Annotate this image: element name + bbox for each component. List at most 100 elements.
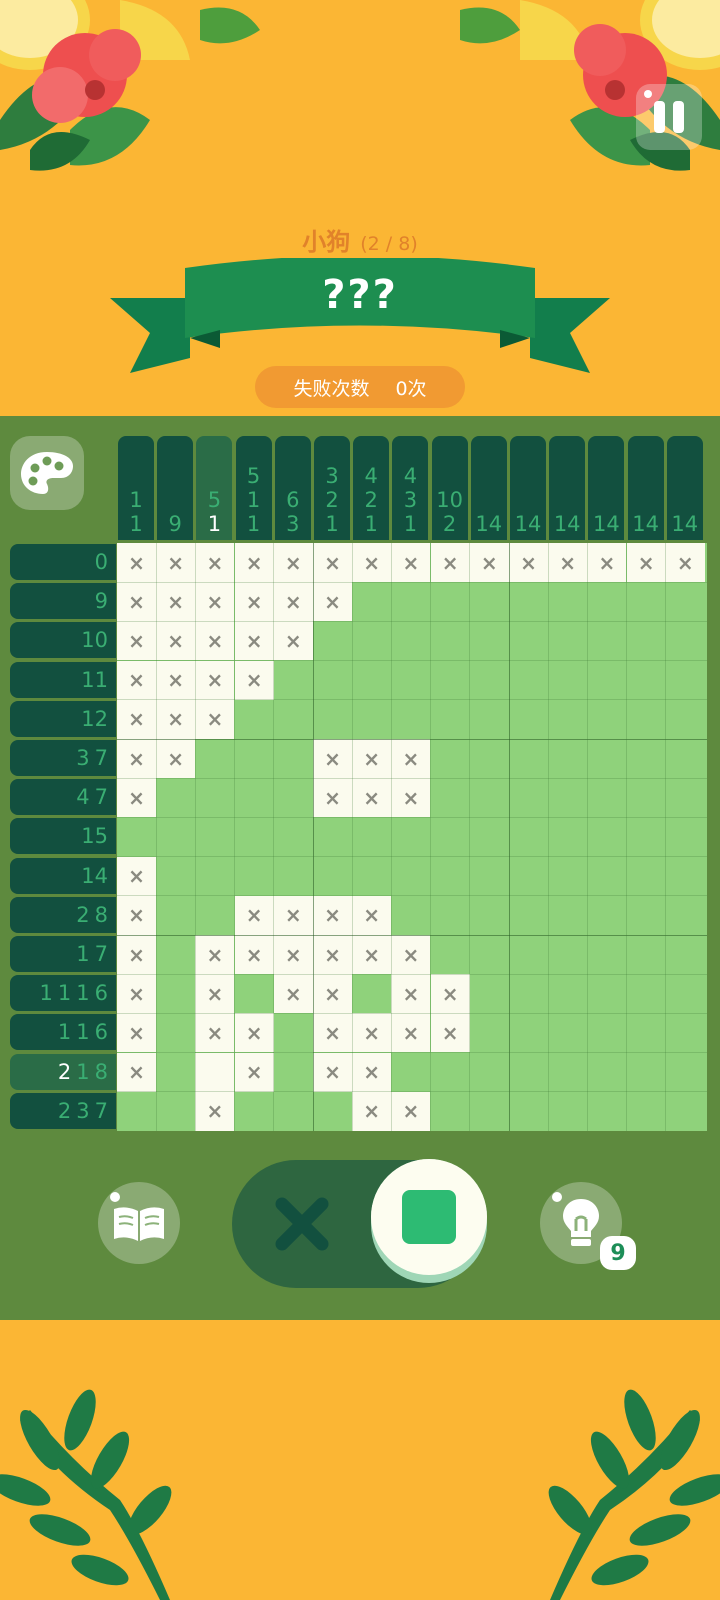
crossed-cell[interactable] <box>117 974 156 1014</box>
filled-cell[interactable] <box>431 857 470 896</box>
filled-cell[interactable] <box>548 1092 587 1131</box>
filled-cell[interactable] <box>666 778 705 817</box>
filled-cell[interactable] <box>470 857 509 896</box>
filled-cell[interactable] <box>313 857 352 896</box>
filled-cell[interactable] <box>156 896 195 935</box>
filled-cell[interactable] <box>587 1092 626 1131</box>
filled-cell[interactable] <box>470 700 509 739</box>
filled-cell[interactable] <box>509 896 548 935</box>
filled-cell[interactable] <box>313 817 352 856</box>
crossed-cell[interactable] <box>313 778 352 818</box>
filled-cell[interactable] <box>431 935 470 974</box>
crossed-cell[interactable] <box>195 699 235 739</box>
crossed-cell[interactable] <box>391 778 431 818</box>
filled-cell[interactable] <box>509 582 548 621</box>
filled-cell[interactable] <box>587 778 626 817</box>
filled-cell[interactable] <box>391 817 430 856</box>
filled-cell[interactable] <box>627 1092 666 1131</box>
filled-cell[interactable] <box>470 739 509 778</box>
crossed-cell[interactable] <box>234 935 274 974</box>
crossed-cell[interactable] <box>117 621 156 661</box>
filled-cell[interactable] <box>548 661 587 700</box>
crossed-cell[interactable] <box>195 621 235 661</box>
filled-cell[interactable] <box>391 1053 430 1092</box>
crossed-cell[interactable] <box>352 1052 392 1092</box>
crossed-cell[interactable] <box>313 935 352 974</box>
filled-cell[interactable] <box>156 1053 195 1092</box>
filled-cell[interactable] <box>587 1013 626 1052</box>
filled-cell[interactable] <box>666 1092 705 1131</box>
filled-cell[interactable] <box>431 778 470 817</box>
crossed-cell[interactable] <box>195 660 235 700</box>
crossed-cell[interactable] <box>665 543 705 582</box>
filled-cell[interactable] <box>313 1092 352 1131</box>
filled-cell[interactable] <box>587 817 626 856</box>
filled-cell[interactable] <box>431 896 470 935</box>
filled-cell[interactable] <box>431 739 470 778</box>
filled-cell[interactable] <box>391 621 430 660</box>
filled-cell[interactable] <box>274 739 313 778</box>
filled-cell[interactable] <box>509 817 548 856</box>
filled-cell[interactable] <box>470 582 509 621</box>
filled-cell[interactable] <box>627 1013 666 1052</box>
crossed-cell[interactable] <box>234 895 274 935</box>
crossed-cell[interactable] <box>313 895 352 935</box>
filled-cell[interactable] <box>509 700 548 739</box>
filled-cell[interactable] <box>509 974 548 1013</box>
filled-cell[interactable] <box>587 621 626 660</box>
filled-cell[interactable] <box>391 896 430 935</box>
crossed-cell[interactable] <box>352 895 392 935</box>
crossed-cell[interactable] <box>234 1013 274 1053</box>
filled-cell[interactable] <box>352 582 391 621</box>
filled-cell[interactable] <box>509 857 548 896</box>
crossed-cell[interactable] <box>352 935 392 974</box>
crossed-cell[interactable] <box>469 543 509 582</box>
filled-cell[interactable] <box>587 582 626 621</box>
pause-button[interactable] <box>636 84 702 150</box>
empty-cell[interactable] <box>195 1052 235 1092</box>
filled-cell[interactable] <box>509 739 548 778</box>
filled-cell[interactable] <box>431 582 470 621</box>
crossed-cell[interactable] <box>234 621 274 661</box>
filled-cell[interactable] <box>666 896 705 935</box>
filled-cell[interactable] <box>587 896 626 935</box>
crossed-cell[interactable] <box>273 621 313 661</box>
filled-cell[interactable] <box>627 739 666 778</box>
crossed-cell[interactable] <box>352 778 392 818</box>
filled-cell[interactable] <box>156 1092 195 1131</box>
filled-cell[interactable] <box>274 700 313 739</box>
filled-cell[interactable] <box>548 621 587 660</box>
filled-cell[interactable] <box>156 857 195 896</box>
crossed-cell[interactable] <box>352 543 392 582</box>
filled-cell[interactable] <box>548 1053 587 1092</box>
crossed-cell[interactable] <box>195 935 235 974</box>
filled-cell[interactable] <box>627 661 666 700</box>
filled-cell[interactable] <box>548 778 587 817</box>
filled-cell[interactable] <box>431 1053 470 1092</box>
filled-cell[interactable] <box>391 857 430 896</box>
filled-cell[interactable] <box>587 739 626 778</box>
crossed-cell[interactable] <box>234 1052 274 1092</box>
crossed-cell[interactable] <box>195 974 235 1014</box>
filled-cell[interactable] <box>156 935 195 974</box>
filled-cell[interactable] <box>274 1013 313 1052</box>
filled-cell[interactable] <box>470 974 509 1013</box>
filled-cell[interactable] <box>470 1092 509 1131</box>
filled-cell[interactable] <box>431 1092 470 1131</box>
filled-cell[interactable] <box>352 700 391 739</box>
crossed-cell[interactable] <box>117 660 156 700</box>
filled-cell[interactable] <box>470 935 509 974</box>
filled-cell[interactable] <box>313 700 352 739</box>
filled-cell[interactable] <box>509 1053 548 1092</box>
filled-cell[interactable] <box>195 896 234 935</box>
filled-cell[interactable] <box>627 974 666 1013</box>
crossed-cell[interactable] <box>156 582 196 622</box>
crossed-cell[interactable] <box>195 582 235 622</box>
crossed-cell[interactable] <box>234 543 274 582</box>
crossed-cell[interactable] <box>509 543 548 582</box>
filled-cell[interactable] <box>548 739 587 778</box>
filled-cell[interactable] <box>431 817 470 856</box>
crossed-cell[interactable] <box>234 660 274 700</box>
crossed-cell[interactable] <box>273 974 313 1014</box>
filled-cell[interactable] <box>313 661 352 700</box>
